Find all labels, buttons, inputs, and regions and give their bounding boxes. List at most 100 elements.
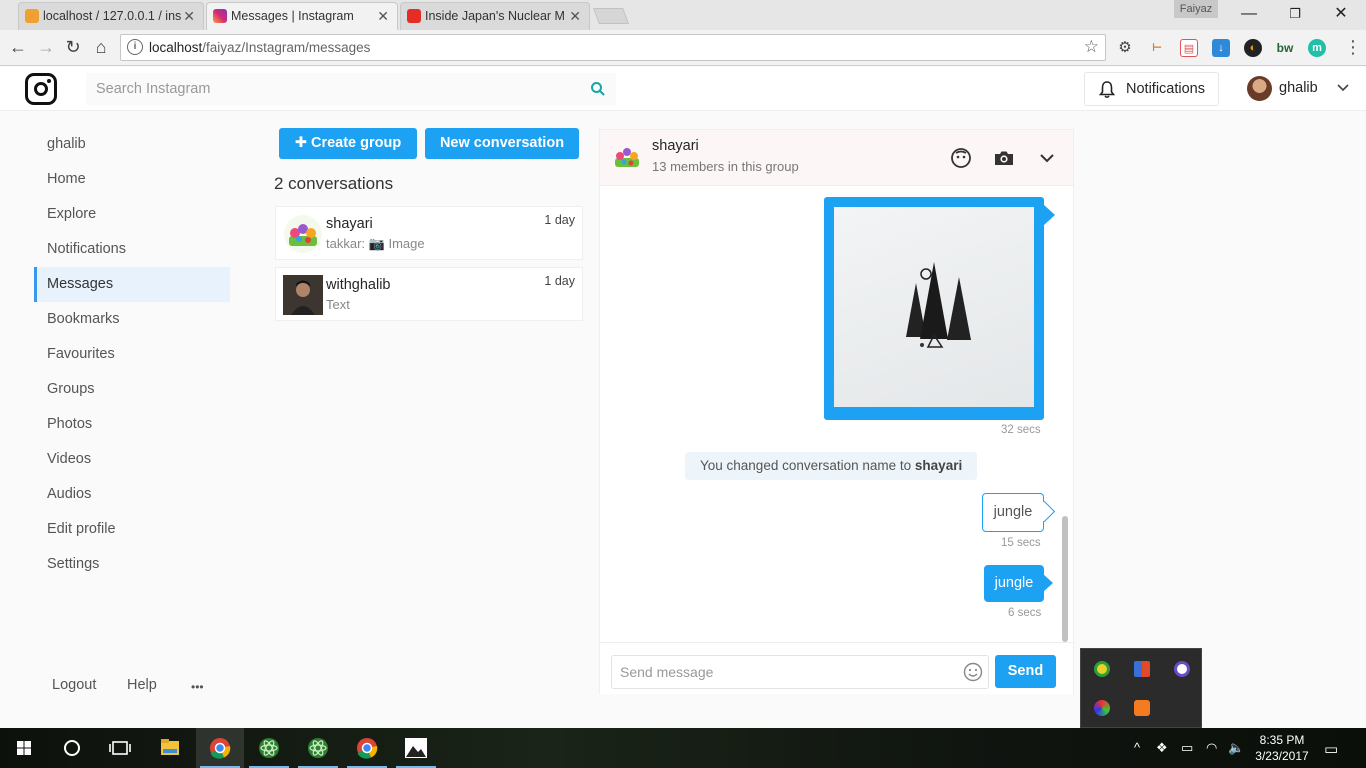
new-conversation-button[interactable]: New conversation [425, 128, 579, 159]
contact-avatar [283, 275, 323, 315]
emoji-icon[interactable] [963, 662, 983, 682]
sidebar-item-edit-profile[interactable]: Edit profile [34, 512, 230, 547]
browser-profile-name[interactable]: Faiyaz [1174, 0, 1218, 18]
bw-extension-icon[interactable]: bw [1276, 39, 1294, 57]
group-avatar-icon [615, 148, 639, 167]
info-icon[interactable]: i [127, 39, 143, 55]
plus-icon: ✚ [294, 135, 311, 151]
minimize-button[interactable]: — [1226, 3, 1272, 27]
sidebar-item-favourites[interactable]: Favourites [34, 337, 230, 372]
help-link[interactable]: Help [127, 677, 157, 693]
header-username[interactable]: ghalib [1279, 80, 1318, 96]
windows-start-icon[interactable] [0, 728, 48, 768]
text-message[interactable]: jungle [982, 493, 1044, 532]
system-message-highlight: shayari [914, 458, 963, 473]
close-tab-icon[interactable]: ✕ [569, 3, 581, 29]
photos-icon [405, 738, 427, 758]
message-timestamp: 32 secs [1001, 424, 1041, 436]
instagram-header: Notifications ghalib [0, 67, 1366, 111]
chrome-icon [210, 738, 231, 759]
photos-taskbar-button[interactable] [392, 728, 440, 768]
bookmark-star-icon[interactable]: ☆ [1084, 37, 1099, 57]
reload-icon[interactable]: ↻ [62, 36, 84, 58]
browser-tab-instagram[interactable]: Messages | Instagram ✕ [206, 2, 398, 30]
send-button[interactable]: Send [995, 655, 1056, 688]
conversation-item-withghalib[interactable]: withghalib Text 1 day [275, 267, 583, 321]
url-host: localhost [149, 40, 203, 55]
user-avatar[interactable] [1247, 76, 1272, 101]
chevron-down-icon[interactable] [1036, 147, 1058, 169]
download-extension-icon[interactable]: ↓ [1212, 39, 1230, 57]
instagram-logo-icon[interactable] [25, 73, 57, 105]
chat-members-count[interactable]: 13 members in this group [652, 159, 799, 174]
image-message[interactable] [824, 197, 1055, 420]
logout-link[interactable]: Logout [52, 677, 96, 693]
camera-icon[interactable] [993, 147, 1015, 169]
settings-extension-icon[interactable]: ⚙ [1116, 39, 1134, 57]
bell-icon [1099, 81, 1115, 99]
cortana-icon[interactable] [48, 728, 96, 768]
battery-icon[interactable]: ▭ [1181, 740, 1193, 756]
more-options-icon[interactable]: ••• [191, 680, 204, 694]
preview-sender: takkar: [326, 236, 366, 251]
notifications-button[interactable]: Notifications [1084, 72, 1219, 106]
chat-scrollbar[interactable] [1062, 516, 1068, 642]
close-tab-icon[interactable]: ✕ [377, 3, 389, 29]
sidebar-item-messages[interactable]: Messages [34, 267, 230, 302]
dropbox-icon[interactable]: ❖ [1156, 740, 1168, 756]
search-input[interactable] [86, 73, 566, 105]
chrome-taskbar-button[interactable] [343, 728, 391, 768]
sidebar-item-photos[interactable]: Photos [34, 407, 230, 442]
sidebar-item-home[interactable]: Home [34, 162, 230, 197]
m-extension-icon[interactable]: m [1308, 39, 1326, 57]
address-bar[interactable]: i localhost/faiyaz/Instagram/messages ☆ [120, 34, 1106, 61]
extension-icon[interactable]: ◐ [1244, 39, 1262, 57]
volume-icon[interactable]: 🔈 [1228, 740, 1244, 756]
text-message[interactable]: jungle [984, 565, 1053, 602]
tray-app-icon[interactable] [1174, 661, 1190, 677]
atom-icon [259, 738, 279, 758]
conversation-item-shayari[interactable]: shayari takkar: 📷 Image 1 day [275, 206, 583, 260]
back-icon[interactable]: ← [7, 36, 29, 58]
atom-taskbar-button[interactable] [294, 728, 342, 768]
chevron-down-icon[interactable] [1336, 80, 1350, 94]
search-icon[interactable] [590, 81, 606, 97]
browser-tab-phpmyadmin[interactable]: localhost / 127.0.0.1 / ins ✕ [18, 2, 204, 30]
sidebar-item-videos[interactable]: Videos [34, 442, 230, 477]
sidebar-item-bookmarks[interactable]: Bookmarks [34, 302, 230, 337]
show-hidden-icons-icon[interactable]: ^ [1134, 740, 1140, 755]
sidebar-item-explore[interactable]: Explore [34, 197, 230, 232]
sidebar-item-settings[interactable]: Settings [34, 547, 230, 582]
tab-title: localhost / 127.0.0.1 / ins [43, 9, 182, 23]
tray-app-icon[interactable] [1134, 661, 1150, 677]
chrome-taskbar-button[interactable] [196, 728, 244, 768]
message-input[interactable] [611, 655, 989, 689]
extension-icon[interactable]: ⊢ [1148, 39, 1166, 57]
tray-app-icon[interactable] [1094, 661, 1110, 677]
browser-tab-youtube[interactable]: Inside Japan's Nuclear M ✕ [400, 2, 590, 30]
sidebar-item-audios[interactable]: Audios [34, 477, 230, 512]
sidebar-item-groups[interactable]: Groups [34, 372, 230, 407]
restore-button[interactable]: ❐ [1272, 3, 1318, 27]
sidebar-item-profile[interactable]: ghalib [34, 127, 230, 162]
wifi-icon[interactable]: ◠ [1206, 740, 1217, 756]
add-member-icon[interactable] [950, 147, 972, 169]
taskbar-clock[interactable]: 8:35 PM 3/23/2017 [1252, 732, 1312, 764]
windows-taskbar: ^ ❖ ▭ ◠ 🔈 8:35 PM 3/23/2017 ▭ [0, 728, 1366, 768]
create-group-button[interactable]: ✚ Create group [279, 128, 417, 159]
sidebar-item-notifications[interactable]: Notifications [34, 232, 230, 267]
calendar-extension-icon[interactable]: ▤ [1180, 39, 1198, 57]
tray-app-icon[interactable] [1094, 700, 1110, 716]
action-center-icon[interactable]: ▭ [1324, 740, 1338, 758]
browser-menu-icon[interactable]: ⋮ [1344, 38, 1362, 56]
forward-icon[interactable]: → [35, 36, 57, 58]
close-tab-icon[interactable]: ✕ [183, 3, 195, 29]
system-message-text: You changed conversation name to [700, 458, 912, 473]
task-view-icon[interactable] [96, 728, 144, 768]
close-window-button[interactable]: ✕ [1318, 3, 1364, 27]
home-icon[interactable]: ⌂ [90, 36, 112, 58]
xampp-icon[interactable] [1134, 700, 1150, 716]
atom-taskbar-button[interactable] [245, 728, 293, 768]
new-tab-button[interactable] [593, 8, 629, 24]
file-explorer-icon[interactable] [146, 728, 194, 768]
